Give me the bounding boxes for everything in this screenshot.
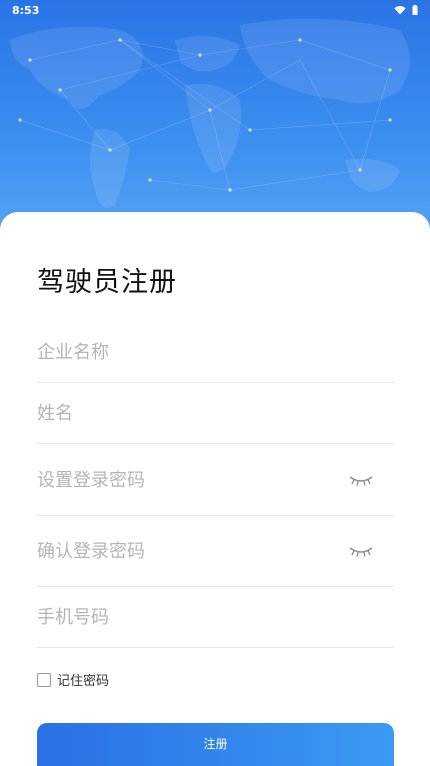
register-card: 驾驶员注册 记住密码 注册 <box>0 212 430 766</box>
status-icons <box>394 5 418 15</box>
status-time: 8:53 <box>12 3 40 17</box>
remember-password-label: 记住密码 <box>57 674 110 689</box>
register-button[interactable]: 注册 <box>37 723 394 766</box>
battery-icon <box>412 5 418 15</box>
eye-closed-icon[interactable] <box>348 473 374 489</box>
company-name-input[interactable] <box>37 322 394 382</box>
phone-input[interactable] <box>37 587 394 647</box>
name-field-row <box>37 383 394 444</box>
confirm-password-input[interactable] <box>37 516 394 586</box>
password-field-row <box>37 445 394 516</box>
remember-password-row[interactable]: 记住密码 <box>37 670 109 689</box>
company-field-row <box>37 322 394 383</box>
password-input[interactable] <box>37 445 394 515</box>
page-title: 驾驶员注册 <box>37 267 177 298</box>
remember-password-checkbox[interactable] <box>37 672 51 687</box>
wifi-icon <box>394 6 406 15</box>
confirm-password-field-row <box>37 516 394 587</box>
phone-field-row <box>37 587 394 648</box>
eye-closed-icon[interactable] <box>348 544 374 560</box>
name-input[interactable] <box>37 383 394 443</box>
status-bar: 8:53 <box>0 0 430 20</box>
